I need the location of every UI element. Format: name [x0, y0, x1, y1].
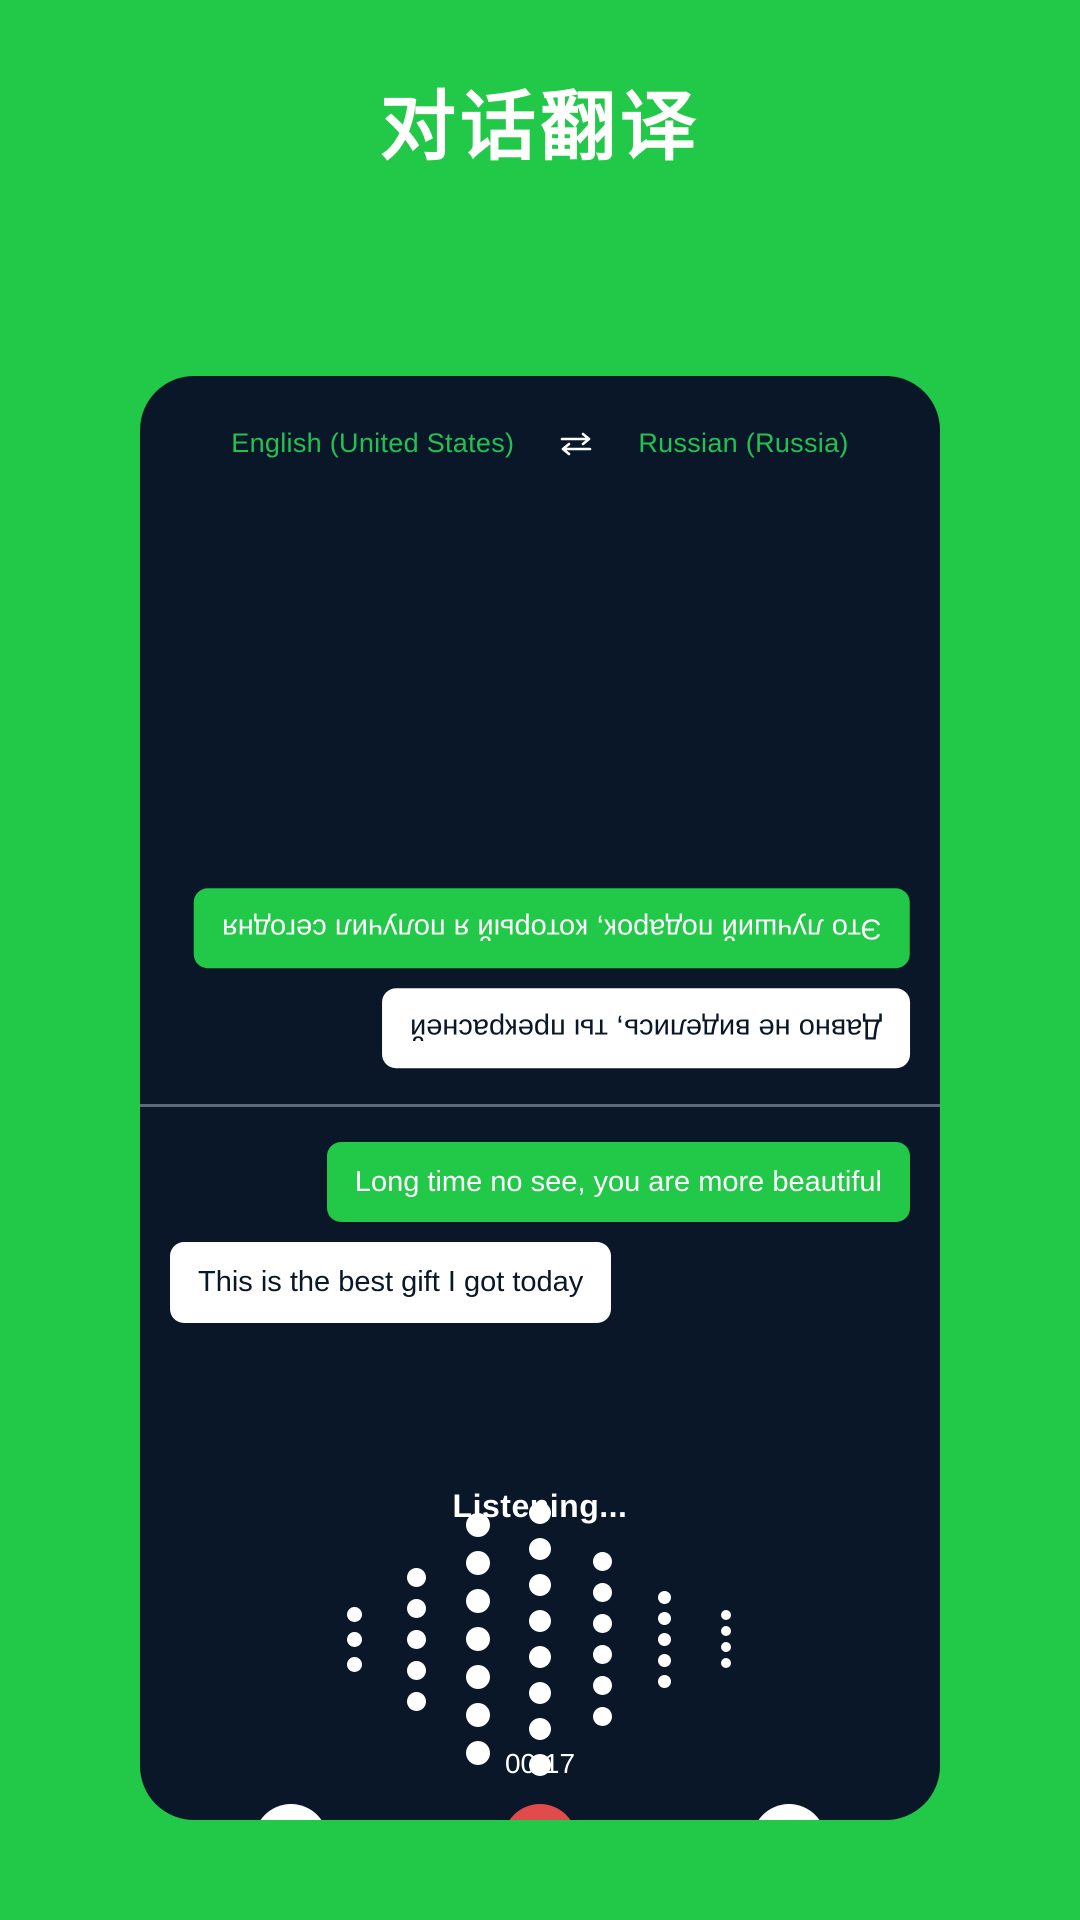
audio-waveform	[140, 1502, 940, 1776]
waveform-dot	[466, 1513, 490, 1537]
control-bar: Speaker is on 文 A Quit T	[140, 1804, 940, 1820]
message-row: Long time no see, you are more beautiful	[140, 1142, 940, 1223]
remote-message-panel: Это лучший подарок, который я получил се…	[140, 496, 940, 1104]
waveform-dot	[406, 1598, 426, 1618]
waveform-dot	[346, 1656, 362, 1672]
language-bar: English (United States) Russian (Russia)	[140, 428, 940, 459]
waveform-dot	[406, 1691, 426, 1711]
waveform-dot	[346, 1606, 362, 1622]
waveform-column	[571, 1546, 633, 1732]
waveform-dot	[466, 1703, 490, 1727]
message-row: Это лучший подарок, который я получил се…	[140, 887, 940, 968]
waveform-dot	[406, 1629, 426, 1649]
source-language-selector[interactable]: English (United States)	[231, 428, 514, 459]
waveform-dot	[721, 1642, 731, 1652]
message-row: This is the best gift I got today	[140, 1242, 940, 1323]
swap-arrows-icon	[752, 1804, 827, 1820]
message-bubble-remote-original[interactable]: Давно не виделись, ты прекрасней	[381, 987, 910, 1068]
waveform-dot	[657, 1674, 671, 1688]
waveform-dot	[529, 1610, 551, 1632]
swap-horizontal-icon[interactable]	[556, 431, 596, 457]
waveform-dot	[529, 1646, 551, 1668]
waveform-column	[385, 1562, 447, 1717]
waveform-dot	[529, 1718, 551, 1740]
waveform-dot	[592, 1552, 612, 1571]
waveform-dot	[466, 1665, 490, 1689]
waveform-column	[509, 1495, 571, 1783]
speaker-button[interactable]: Speaker is on	[181, 1804, 401, 1820]
local-message-panel: Long time no see, you are more beautiful…	[140, 1108, 940, 1468]
waveform-dot	[529, 1538, 551, 1560]
waveform-dot	[406, 1567, 426, 1587]
waveform-dot	[657, 1632, 671, 1646]
message-bubble-local-original[interactable]: This is the best gift I got today	[170, 1242, 612, 1323]
waveform-dot	[657, 1653, 671, 1667]
quit-button[interactable]: 文 A Quit	[430, 1804, 650, 1820]
app-screen: 对话翻译 English (United States) Russian (Ru…	[0, 0, 1080, 1920]
message-bubble-local-translated[interactable]: Long time no see, you are more beautiful	[326, 1142, 910, 1223]
speaker-on-icon	[253, 1804, 328, 1820]
waveform-dot	[592, 1645, 612, 1664]
waveform-column	[447, 1506, 509, 1772]
panel-divider	[140, 1104, 940, 1107]
waveform-dot	[529, 1502, 551, 1524]
waveform-dot	[406, 1660, 426, 1680]
message-bubble-remote-translated[interactable]: Это лучший подарок, который я получил се…	[194, 887, 910, 968]
toggle-button[interactable]: Toggle	[679, 1804, 899, 1820]
waveform-dot	[592, 1676, 612, 1695]
waveform-dot	[466, 1551, 490, 1575]
waveform-dot	[466, 1627, 490, 1651]
target-language-selector[interactable]: Russian (Russia)	[638, 428, 848, 459]
conversation-card: English (United States) Russian (Russia)…	[140, 376, 940, 1820]
waveform-dot	[657, 1611, 671, 1625]
waveform-dot	[529, 1682, 551, 1704]
waveform-dot	[346, 1631, 362, 1647]
page-title: 对话翻译	[380, 85, 700, 170]
waveform-dot	[529, 1574, 551, 1596]
waveform-dot	[466, 1589, 490, 1613]
waveform-dot	[721, 1626, 731, 1636]
waveform-column	[323, 1602, 385, 1677]
recording-timer: 00:17	[504, 1748, 576, 1779]
waveform-column	[695, 1607, 757, 1671]
waveform-dot	[657, 1590, 671, 1604]
translate-icon: 文 A	[502, 1804, 577, 1820]
waveform-dot	[592, 1614, 612, 1633]
waveform-dot	[721, 1610, 731, 1620]
waveform-dot	[721, 1658, 731, 1668]
waveform-column	[633, 1587, 695, 1692]
waveform-dot	[592, 1707, 612, 1726]
message-row: Давно не виделись, ты прекрасней	[140, 987, 940, 1068]
waveform-dot	[592, 1583, 612, 1602]
